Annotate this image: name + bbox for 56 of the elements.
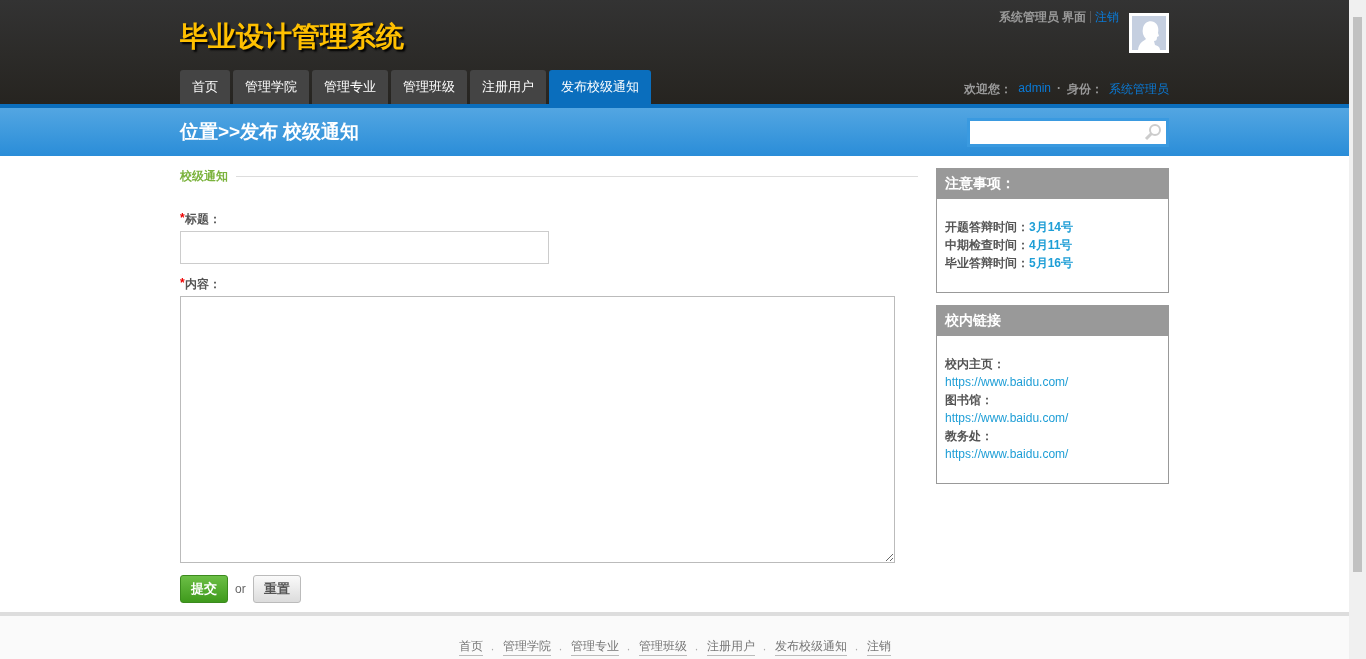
avatar-icon	[1129, 13, 1169, 53]
submit-button[interactable]: 提交	[180, 575, 228, 603]
item-label: 毕业答辩时间：	[945, 255, 1029, 272]
role-text: 系统管理员 界面	[998, 9, 1086, 26]
date-value: 3月14号	[1029, 219, 1074, 236]
field-label: 标题：	[184, 211, 221, 228]
footer-link[interactable]: 注册用户	[706, 638, 755, 656]
footer-link[interactable]: 管理专业	[570, 638, 619, 656]
search-field[interactable]	[967, 117, 1169, 147]
separator-dot: ·	[854, 642, 859, 656]
footer-link[interactable]: 注销	[866, 638, 891, 656]
panel-title: 校内链接	[937, 306, 1168, 336]
title-input[interactable]	[180, 231, 549, 264]
separator-dot: ·	[762, 642, 767, 656]
identity-link[interactable]: 系统管理员	[1109, 81, 1169, 98]
content-textarea[interactable]	[180, 296, 895, 563]
welcome-label: 欢迎您：	[964, 81, 1013, 98]
footer-link[interactable]: 管理学院	[502, 638, 551, 656]
item-label: 开题答辩时间：	[945, 219, 1029, 236]
item-label: 教务处：	[945, 428, 993, 445]
separator-dot: ·	[694, 642, 699, 656]
footer-link[interactable]: 首页	[458, 638, 483, 656]
link-url[interactable]: https://www.baidu.com/	[945, 409, 1069, 427]
separator-dot: ·	[490, 642, 495, 656]
item-label: 校内主页：	[945, 356, 1005, 373]
required-marker: *	[180, 211, 185, 227]
footer-link[interactable]: 管理班级	[638, 638, 687, 656]
separator-dot: ·	[1057, 81, 1061, 97]
date-value: 5月16号	[1029, 255, 1074, 272]
nav-tab[interactable]: 注册用户	[470, 70, 546, 104]
reset-button[interactable]: 重置	[252, 575, 301, 603]
logout-link[interactable]: 注销	[1095, 9, 1119, 26]
identity-label: 身份：	[1067, 81, 1103, 98]
username-link[interactable]: admin	[1018, 81, 1051, 98]
link-url[interactable]: https://www.baidu.com/	[945, 373, 1069, 391]
field-label: 内容：	[184, 276, 221, 293]
nav-tab[interactable]: 管理专业	[312, 70, 388, 104]
link-url[interactable]: https://www.baidu.com/	[945, 445, 1069, 463]
nav-tab[interactable]: 首页	[180, 70, 230, 104]
date-value: 4月11号	[1029, 237, 1073, 254]
site-title: 毕业设计管理系统	[180, 20, 405, 54]
nav-tab[interactable]: 管理学院	[233, 70, 309, 104]
footer-link[interactable]: 发布校级通知	[774, 638, 847, 656]
or-text: or	[235, 582, 246, 596]
panel-title: 注意事项：	[937, 169, 1168, 199]
required-marker: *	[180, 276, 185, 292]
scrollbar[interactable]	[1349, 0, 1366, 659]
nav-tab[interactable]: 发布校级通知	[549, 70, 651, 104]
form-legend: 校级通知	[180, 168, 228, 185]
search-icon[interactable]	[1144, 123, 1162, 141]
nav-tab[interactable]: 管理班级	[391, 70, 467, 104]
item-label: 图书馆：	[945, 392, 993, 409]
separator-dot: ·	[626, 642, 631, 656]
item-label: 中期检查时间：	[945, 237, 1029, 254]
breadcrumb: 位置>>发布 校级通知	[180, 120, 360, 144]
separator-dot: ·	[558, 642, 563, 656]
